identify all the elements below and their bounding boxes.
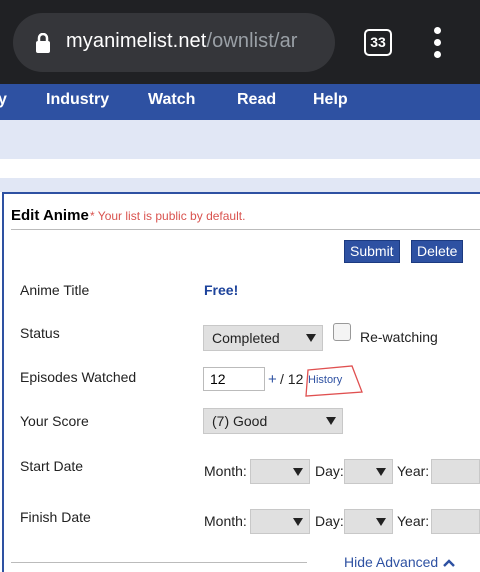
tab-count: 33 — [370, 34, 386, 50]
nav-item-read[interactable]: Read — [237, 91, 276, 109]
anime-title-link[interactable]: Free! — [204, 282, 238, 298]
url-path: /ownlist/ar — [206, 30, 298, 52]
address-bar[interactable]: myanimelist.net/ownlist/ar — [13, 13, 335, 72]
status-label: Status — [20, 325, 60, 341]
chevron-down-icon — [376, 518, 386, 526]
chevron-down-icon — [326, 417, 336, 425]
finish-year-select[interactable] — [431, 509, 480, 534]
finish-date-label: Finish Date — [20, 509, 91, 525]
hide-advanced-link[interactable]: Hide Advanced — [344, 554, 438, 570]
chevron-up-icon[interactable] — [442, 558, 456, 568]
browser-toolbar: myanimelist.net/ownlist/ar 33 — [0, 0, 480, 84]
start-day-label: Day: — [315, 463, 344, 479]
chevron-down-icon — [293, 468, 303, 476]
divider — [11, 562, 307, 563]
url-host: myanimelist.net — [66, 30, 207, 52]
nav-item-industry[interactable]: Industry — [46, 91, 109, 109]
delete-button[interactable]: Delete — [411, 240, 464, 263]
episode-increment-button[interactable]: + — [268, 371, 277, 388]
chevron-down-icon — [306, 334, 316, 342]
lock-icon — [36, 33, 50, 53]
start-month-select[interactable] — [250, 459, 310, 484]
episodes-input[interactable] — [203, 367, 265, 391]
section-strip — [0, 178, 480, 192]
score-value: (7) Good — [212, 413, 268, 429]
panel-title: Edit Anime — [11, 207, 89, 224]
rewatching-checkbox[interactable] — [333, 323, 351, 341]
start-date-label: Start Date — [20, 458, 84, 474]
start-month-label: Month: — [204, 463, 247, 479]
nav-item-help[interactable]: Help — [313, 91, 348, 109]
red-annotation-circle — [305, 365, 363, 397]
url-text: myanimelist.net/ownlist/ar — [66, 30, 298, 53]
start-day-select[interactable] — [344, 459, 393, 484]
finish-month-label: Month: — [204, 513, 247, 529]
nav-item-community[interactable]: y — [0, 91, 7, 109]
rewatching-label: Re-watching — [360, 329, 438, 345]
start-year-select[interactable] — [431, 459, 480, 484]
episodes-label: Episodes Watched — [20, 369, 137, 385]
chevron-down-icon — [293, 518, 303, 526]
finish-day-label: Day: — [315, 513, 344, 529]
sub-nav-bar — [0, 120, 480, 159]
status-value: Completed — [212, 330, 280, 346]
tabs-icon[interactable]: 33 — [364, 29, 392, 56]
score-label: Your Score — [20, 413, 89, 429]
status-select[interactable]: Completed — [203, 325, 323, 351]
finish-year-label: Year: — [397, 513, 430, 529]
score-select[interactable]: (7) Good — [203, 408, 343, 434]
chevron-down-icon — [376, 468, 386, 476]
start-year-label: Year: — [397, 463, 430, 479]
nav-item-watch[interactable]: Watch — [148, 91, 195, 109]
divider — [11, 229, 480, 230]
site-nav: y Industry Watch Read Help — [0, 84, 480, 120]
anime-title-label: Anime Title — [20, 282, 90, 298]
public-note: * Your list is public by default. — [90, 209, 246, 223]
submit-button[interactable]: Submit — [344, 240, 400, 263]
kebab-menu-icon[interactable] — [432, 27, 444, 59]
finish-month-select[interactable] — [250, 509, 310, 534]
finish-day-select[interactable] — [344, 509, 393, 534]
